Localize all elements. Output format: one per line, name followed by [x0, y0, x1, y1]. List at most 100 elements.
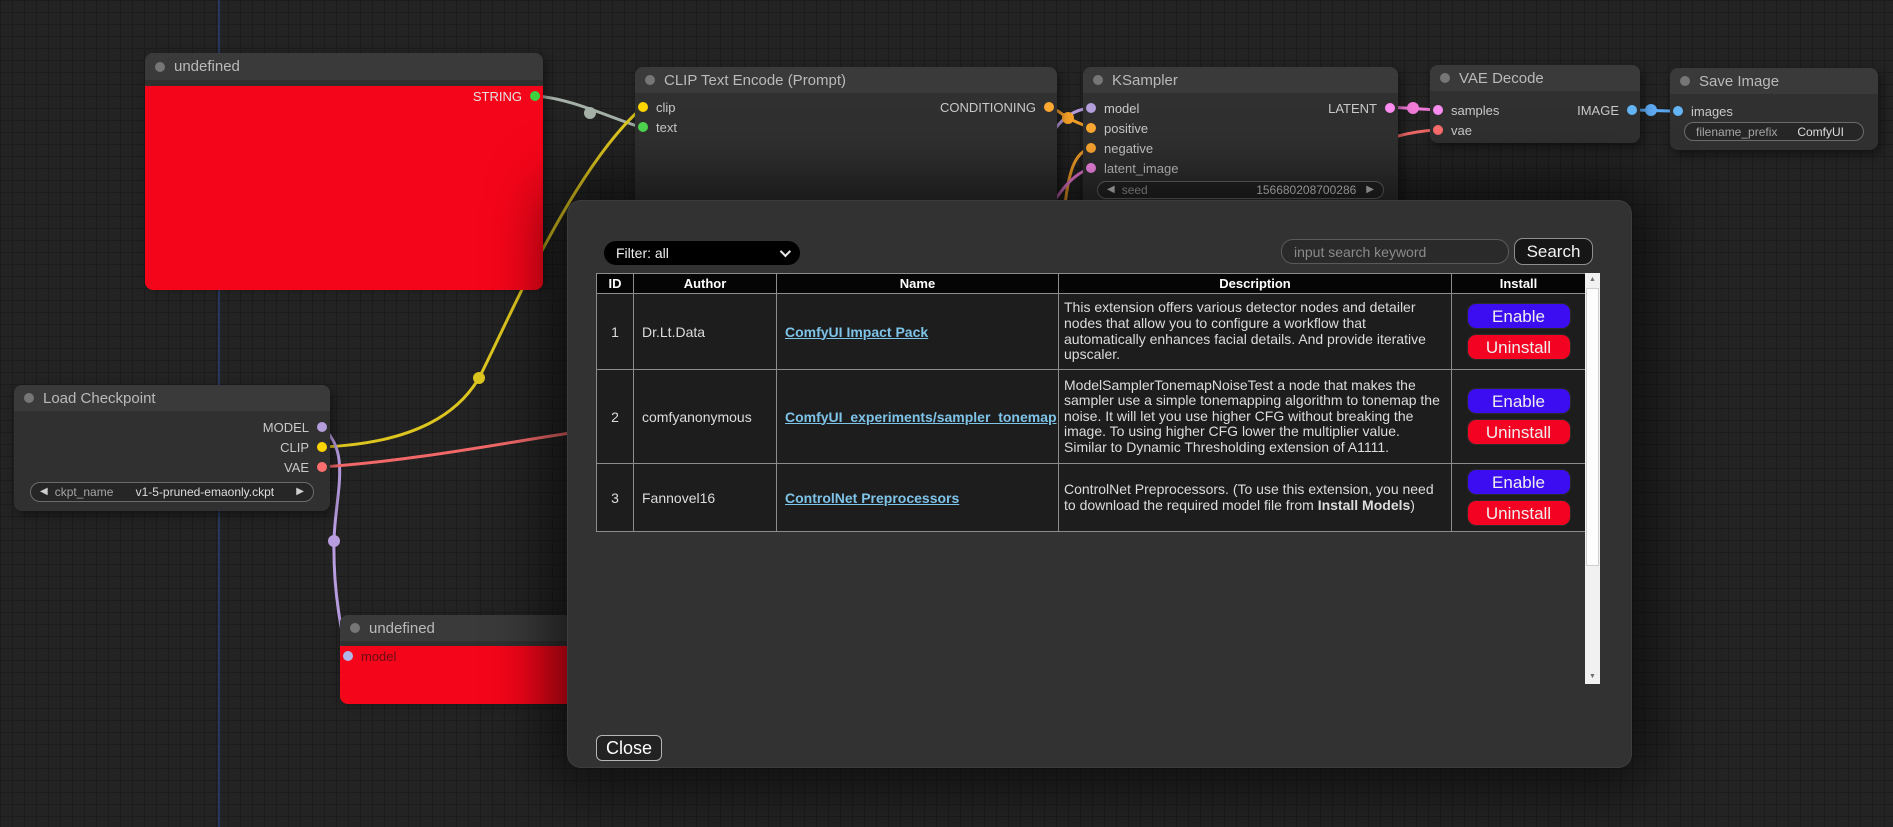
wire-dot-cond[interactable] — [1062, 112, 1074, 124]
node-undefined-top[interactable]: undefined STRING — [145, 53, 543, 284]
widget-name: ckpt_name — [55, 485, 114, 499]
previous-arrow-icon[interactable]: ◀ — [40, 487, 48, 497]
vae-output-port[interactable] — [317, 462, 327, 472]
node-collapse-dot[interactable] — [1680, 76, 1690, 86]
wire-dot-string[interactable] — [584, 107, 596, 119]
node-title: undefined — [174, 58, 240, 75]
conditioning-output-port[interactable] — [1044, 102, 1054, 112]
input-label: text — [656, 120, 677, 135]
scroll-down-icon[interactable]: ▼ — [1585, 670, 1600, 684]
seed-widget[interactable]: ◀ seed 156680208700286 ▶ — [1097, 181, 1384, 199]
cell-id: 2 — [597, 370, 634, 464]
uninstall-button[interactable]: Uninstall — [1467, 500, 1571, 526]
input-label: latent_image — [1104, 161, 1178, 176]
cell-description: ModelSamplerTonemapNoiseTest a node that… — [1059, 370, 1452, 464]
input-label: samples — [1451, 103, 1499, 118]
wire-dot-model[interactable] — [328, 535, 340, 547]
wire-dot-clip[interactable] — [473, 372, 485, 384]
table-scrollbar[interactable]: ▲ ▼ — [1585, 273, 1600, 684]
header-author: Author — [634, 274, 777, 294]
latent-image-input-port[interactable] — [1086, 163, 1096, 173]
model-input-port[interactable] — [1086, 103, 1096, 113]
image-output-port[interactable] — [1627, 105, 1637, 115]
enable-button[interactable]: Enable — [1467, 388, 1571, 414]
widget-value: 156680208700286 — [1148, 183, 1367, 197]
positive-input-port[interactable] — [1086, 123, 1096, 133]
uninstall-button[interactable]: Uninstall — [1467, 419, 1571, 445]
clip-output-port[interactable] — [317, 442, 327, 452]
samples-input-port[interactable] — [1433, 105, 1443, 115]
node-title: VAE Decode — [1459, 70, 1544, 87]
extension-link[interactable]: ComfyUI Impact Pack — [785, 324, 928, 340]
node-collapse-dot[interactable] — [1093, 75, 1103, 85]
latent-output-port[interactable] — [1385, 103, 1395, 113]
scrollbar-thumb[interactable] — [1586, 288, 1599, 566]
output-label: CLIP — [280, 440, 309, 455]
search-button[interactable]: Search — [1514, 238, 1593, 265]
images-input-port[interactable] — [1673, 106, 1683, 116]
node-title-bar[interactable]: CLIP Text Encode (Prompt) — [635, 67, 1057, 93]
string-output-port[interactable] — [530, 91, 540, 101]
widget-name: seed — [1122, 183, 1148, 197]
increment-arrow-icon[interactable]: ▶ — [1366, 185, 1374, 195]
output-label: VAE — [284, 460, 309, 475]
vae-input-port[interactable] — [1433, 125, 1443, 135]
node-load-checkpoint[interactable]: Load Checkpoint MODEL CLIP VAE ◀ ckpt_na… — [14, 385, 330, 511]
node-save-image[interactable]: Save Image images filename_prefix ComfyU… — [1670, 68, 1878, 150]
text-input-port[interactable] — [638, 122, 648, 132]
negative-input-port[interactable] — [1086, 143, 1096, 153]
filter-select[interactable]: Filter: all — [604, 241, 800, 265]
extension-link[interactable]: ControlNet Preprocessors — [785, 490, 959, 506]
search-input[interactable] — [1281, 239, 1509, 264]
filename-prefix-widget[interactable]: filename_prefix ComfyUI — [1684, 122, 1864, 141]
node-ksampler[interactable]: KSampler model LATENT positive negative … — [1083, 67, 1398, 207]
next-arrow-icon[interactable]: ▶ — [296, 487, 304, 497]
node-collapse-dot[interactable] — [155, 62, 165, 72]
header-id: ID — [597, 274, 634, 294]
node-collapse-dot[interactable] — [24, 393, 34, 403]
extension-table: ID Author Name Description Install 1 Dr.… — [596, 273, 1586, 532]
input-label: model — [1104, 101, 1139, 116]
node-title-bar[interactable]: KSampler — [1083, 67, 1398, 93]
node-title-bar[interactable]: undefined — [340, 615, 580, 641]
node-title: undefined — [369, 620, 435, 637]
input-label: images — [1691, 104, 1733, 119]
table-header-row: ID Author Name Description Install — [597, 274, 1586, 294]
node-title-bar[interactable]: undefined — [145, 53, 543, 80]
scroll-up-icon[interactable]: ▲ — [1585, 273, 1600, 287]
cell-author: Fannovel16 — [634, 464, 777, 532]
node-title: KSampler — [1112, 72, 1178, 89]
widget-value: ComfyUI — [1777, 125, 1854, 139]
table-row: 1 Dr.Lt.Data ComfyUI Impact Pack This ex… — [597, 294, 1586, 370]
enable-button[interactable]: Enable — [1467, 303, 1571, 329]
clip-input-port[interactable] — [638, 102, 648, 112]
node-undefined-bottom[interactable]: undefined model — [340, 615, 580, 699]
node-collapse-dot[interactable] — [1440, 73, 1450, 83]
model-output-port[interactable] — [317, 422, 327, 432]
decrement-arrow-icon[interactable]: ◀ — [1107, 185, 1115, 195]
close-button[interactable]: Close — [596, 735, 662, 761]
ckpt-name-widget[interactable]: ◀ ckpt_name v1-5-pruned-emaonly.ckpt ▶ — [30, 482, 314, 502]
node-collapse-dot[interactable] — [350, 623, 360, 633]
input-label: model — [361, 649, 396, 664]
wire-dot-latent[interactable] — [1407, 102, 1419, 114]
table-row: 3 Fannovel16 ControlNet Preprocessors Co… — [597, 464, 1586, 532]
widget-name: filename_prefix — [1696, 125, 1777, 139]
input-label: vae — [1451, 123, 1472, 138]
extension-link[interactable]: ComfyUI_experiments/sampler_tonemap — [785, 409, 1057, 425]
input-label: negative — [1104, 141, 1153, 156]
header-install: Install — [1452, 274, 1586, 294]
model-input-port[interactable] — [343, 651, 353, 661]
table-row: 2 comfyanonymous ComfyUI_experiments/sam… — [597, 370, 1586, 464]
node-title-bar[interactable]: VAE Decode — [1430, 65, 1640, 91]
node-title: Save Image — [1699, 73, 1779, 90]
node-collapse-dot[interactable] — [645, 75, 655, 85]
node-vae-decode[interactable]: VAE Decode samples IMAGE vae — [1430, 65, 1640, 143]
wire-dot-image[interactable] — [1645, 104, 1657, 116]
cell-id: 3 — [597, 464, 634, 532]
node-title-bar[interactable]: Load Checkpoint — [14, 385, 330, 411]
extension-manager-dialog: Filter: all Search ID Author Name Descri… — [567, 200, 1632, 768]
enable-button[interactable]: Enable — [1467, 469, 1571, 495]
uninstall-button[interactable]: Uninstall — [1467, 334, 1571, 360]
node-title-bar[interactable]: Save Image — [1670, 68, 1878, 94]
